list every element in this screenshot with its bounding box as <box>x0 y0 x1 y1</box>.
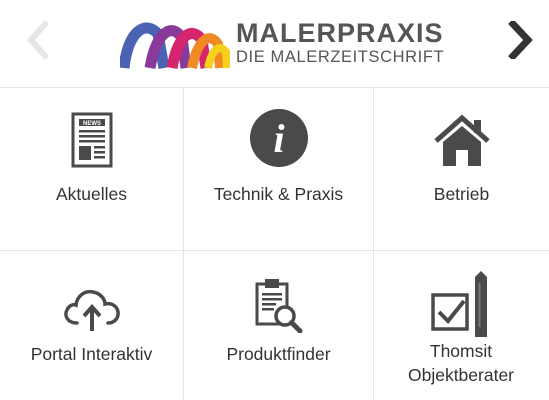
tile-portal-interaktiv[interactable]: Portal Interaktiv <box>0 251 184 400</box>
clipboard-search-icon <box>234 271 324 333</box>
home-icon <box>422 106 502 168</box>
cloud-upload-icon <box>47 271 137 333</box>
brand-text: MALERPRAXIS DIE MALERZEITSCHRIFT <box>236 19 444 67</box>
chevron-right-icon <box>508 21 533 59</box>
tile-aktuelles[interactable]: NEWS Aktuelles <box>0 88 184 251</box>
menu-grid: NEWS Aktuelles i Technik & Praxis Betrie… <box>0 88 549 400</box>
tile-label: Technik & Praxis <box>213 184 344 204</box>
checkbox-pencil-icon <box>417 269 507 339</box>
tile-betrieb[interactable]: Betrieb <box>374 88 549 251</box>
brand-name: MALERPRAXIS <box>236 18 444 48</box>
tile-thomsit-objektberater[interactable]: Thomsit Objektberater <box>374 251 549 400</box>
tile-label: Produktfinder <box>226 344 331 364</box>
tile-label: Betrieb <box>433 184 490 204</box>
chevron-left-icon <box>27 21 50 59</box>
tile-produktfinder[interactable]: Produktfinder <box>184 251 374 400</box>
next-button[interactable] <box>501 14 541 66</box>
info-icon: i <box>239 106 319 168</box>
tile-technik-praxis[interactable]: i Technik & Praxis <box>184 88 374 251</box>
brand-tagline: DIE MALERZEITSCHRIFT <box>236 48 445 66</box>
tile-label: Portal Interaktiv <box>30 344 153 364</box>
svg-text:i: i <box>273 116 284 161</box>
tile-label: Aktuelles <box>55 184 127 204</box>
previous-button[interactable] <box>18 14 58 66</box>
newspaper-icon: NEWS <box>52 106 132 168</box>
brand-logo-icon <box>120 22 230 70</box>
app-header: MALERPRAXIS DIE MALERZEITSCHRIFT <box>0 0 549 88</box>
brand-logo-link[interactable]: MALERPRAXIS DIE MALERZEITSCHRIFT <box>120 8 450 74</box>
svg-text:NEWS: NEWS <box>83 121 101 127</box>
tile-label: Thomsit Objektberater <box>407 341 515 385</box>
